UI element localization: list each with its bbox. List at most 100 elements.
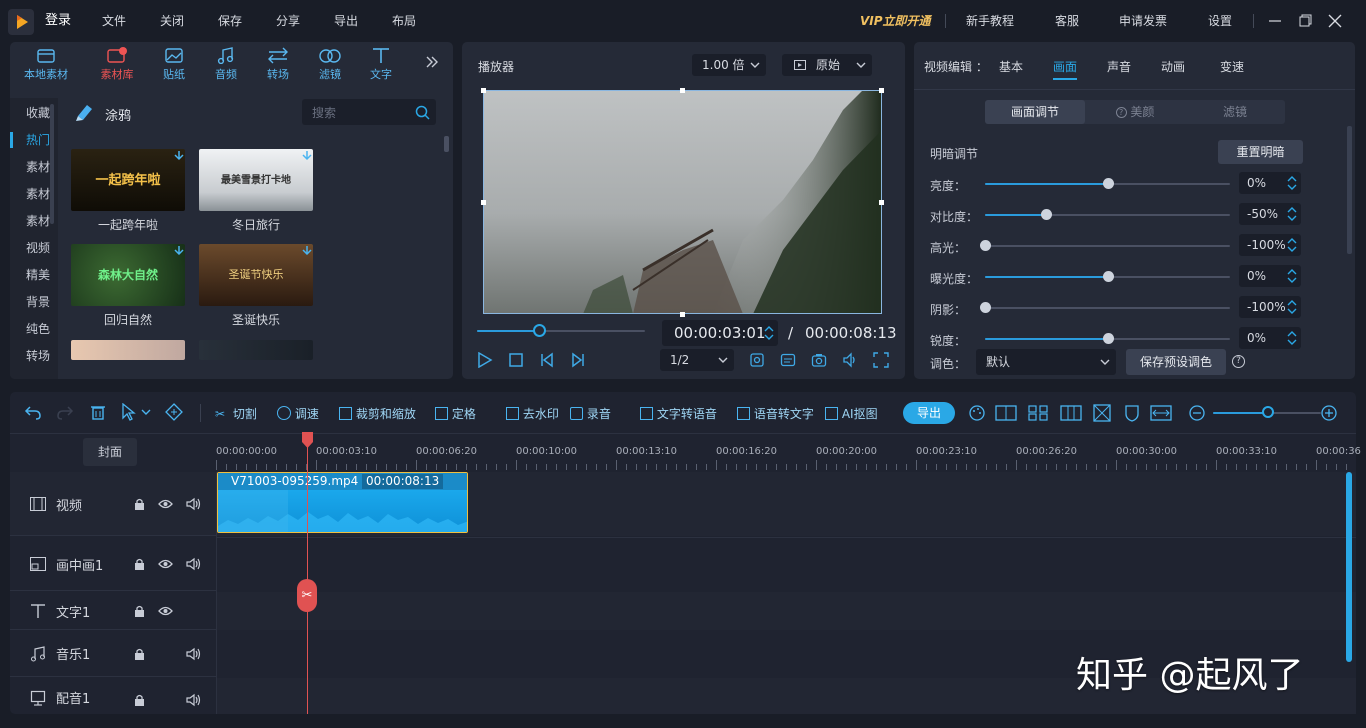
preview-selection-border[interactable] bbox=[483, 90, 882, 314]
speaker-icon[interactable] bbox=[186, 647, 202, 661]
mosaic-icon[interactable] bbox=[1093, 404, 1113, 422]
menu-file[interactable]: 文件 bbox=[102, 0, 126, 42]
freeze-frame-button[interactable]: 定格 bbox=[435, 404, 476, 424]
sidebar-item-solid[interactable]: 纯色 bbox=[10, 316, 58, 342]
sidebar-item-transition[interactable]: 转场 bbox=[10, 343, 58, 369]
search-icon[interactable] bbox=[415, 105, 430, 120]
slider-knob[interactable] bbox=[1102, 178, 1114, 189]
lock-icon[interactable] bbox=[133, 647, 149, 661]
adjust-slider[interactable] bbox=[985, 214, 1230, 216]
asset-item[interactable]: 圣诞节快乐 圣诞快乐 bbox=[199, 244, 313, 328]
speaker-icon[interactable] bbox=[186, 557, 202, 571]
mask-icon[interactable] bbox=[1123, 404, 1141, 422]
help-icon[interactable]: ? bbox=[1232, 355, 1245, 368]
slider-value-field[interactable]: 0% bbox=[1239, 327, 1301, 349]
lock-icon[interactable] bbox=[133, 604, 149, 618]
tab-stickers[interactable]: 贴纸 bbox=[147, 46, 201, 82]
login-button[interactable]: 登录 bbox=[45, 0, 71, 42]
props-scrollbar[interactable] bbox=[1347, 126, 1352, 254]
asset-item-partial[interactable] bbox=[71, 340, 185, 360]
zoom-in-icon[interactable] bbox=[1320, 404, 1338, 422]
menu-share[interactable]: 分享 bbox=[276, 0, 300, 42]
search-input[interactable]: 搜索 bbox=[302, 99, 436, 125]
slider-knob[interactable] bbox=[980, 240, 991, 251]
resize-handle[interactable] bbox=[680, 88, 685, 93]
delete-icon[interactable] bbox=[89, 403, 107, 421]
track-lane-pip[interactable] bbox=[217, 537, 1356, 591]
tab-media-library[interactable]: 素材库 bbox=[90, 46, 144, 82]
split-scissors-handle[interactable]: ✂ bbox=[297, 579, 317, 612]
asset-item[interactable]: 森林大自然 回归自然 bbox=[71, 244, 185, 328]
time-stepper-icon[interactable] bbox=[764, 325, 774, 341]
speech-to-text-button[interactable]: 语音转文字 bbox=[737, 404, 814, 424]
tone-select[interactable]: 默认 bbox=[976, 349, 1116, 375]
asset-scrollbar[interactable] bbox=[444, 136, 449, 152]
crop-zoom-button[interactable]: 裁剪和缩放 bbox=[339, 404, 416, 424]
asset-item[interactable]: 最美雪景打卡地 冬日旅行 bbox=[199, 149, 313, 233]
subtab-filter[interactable]: 滤镜 bbox=[1185, 100, 1285, 124]
subtitle-icon[interactable] bbox=[780, 352, 796, 368]
slider-knob[interactable] bbox=[1102, 333, 1114, 344]
subtab-adjust[interactable]: 画面调节 bbox=[985, 100, 1085, 124]
play-icon[interactable] bbox=[477, 352, 493, 368]
stepper-icon[interactable] bbox=[1287, 299, 1297, 315]
tab-basic[interactable]: 基本 bbox=[999, 58, 1023, 75]
tab-local-assets[interactable]: 本地素材 bbox=[19, 46, 73, 82]
split-view-icon[interactable] bbox=[1060, 404, 1082, 422]
resize-handle[interactable] bbox=[879, 88, 884, 93]
menu-settings[interactable]: 设置 bbox=[1208, 0, 1232, 42]
tab-animation[interactable]: 动画 bbox=[1161, 58, 1185, 75]
download-icon[interactable] bbox=[174, 246, 184, 256]
adjust-slider[interactable] bbox=[985, 245, 1230, 247]
download-icon[interactable] bbox=[302, 151, 312, 161]
menu-invoice[interactable]: 申请发票 bbox=[1119, 0, 1167, 42]
quality-select[interactable]: 1/2 bbox=[660, 349, 734, 371]
reset-brightness-button[interactable]: 重置明暗 bbox=[1218, 140, 1303, 164]
screenshot-icon[interactable] bbox=[811, 352, 827, 368]
stepper-icon[interactable] bbox=[1287, 268, 1297, 284]
crop-icon[interactable] bbox=[749, 352, 765, 368]
lock-icon[interactable] bbox=[133, 557, 149, 571]
stepper-icon[interactable] bbox=[1287, 175, 1297, 191]
sidebar-scrollbar[interactable] bbox=[50, 104, 54, 224]
fit-icon[interactable] bbox=[995, 404, 1017, 422]
menu-export[interactable]: 导出 bbox=[334, 0, 358, 42]
eye-icon[interactable] bbox=[158, 557, 174, 571]
playhead-handle[interactable] bbox=[302, 432, 313, 448]
sidebar-item-fine[interactable]: 精美 bbox=[10, 262, 58, 288]
slider-value-field[interactable]: -100% bbox=[1239, 296, 1301, 318]
speed-button[interactable]: 调速 bbox=[277, 404, 319, 424]
previous-frame-icon[interactable] bbox=[539, 352, 555, 368]
tab-speed[interactable]: 变速 bbox=[1220, 58, 1244, 75]
track-lane-text[interactable] bbox=[217, 592, 1356, 630]
export-button[interactable]: 导出 bbox=[903, 402, 955, 424]
time-ruler[interactable]: 00:00:00:00 00:00:03:10 00:00:06:20 00:00:1… bbox=[216, 434, 1361, 472]
ai-cutout-button[interactable]: AI抠图 bbox=[825, 404, 878, 424]
resize-handle[interactable] bbox=[879, 200, 884, 205]
zoom-out-icon[interactable] bbox=[1188, 404, 1206, 422]
resize-handle[interactable] bbox=[481, 88, 486, 93]
download-icon[interactable] bbox=[302, 246, 312, 256]
slider-value-field[interactable]: 0% bbox=[1239, 172, 1301, 194]
slider-knob[interactable] bbox=[1102, 271, 1114, 282]
record-button[interactable]: 录音 bbox=[570, 404, 611, 424]
stepper-icon[interactable] bbox=[1287, 330, 1297, 346]
cover-button[interactable]: 封面 bbox=[83, 438, 137, 466]
tab-image[interactable]: 画面 bbox=[1053, 58, 1077, 75]
lock-icon[interactable] bbox=[133, 693, 149, 707]
fullscreen-icon[interactable] bbox=[873, 352, 889, 368]
playback-progress-bar[interactable] bbox=[477, 330, 645, 332]
stop-icon[interactable] bbox=[508, 352, 524, 368]
lock-icon[interactable] bbox=[133, 497, 149, 511]
maximize-icon[interactable] bbox=[1298, 14, 1312, 28]
eye-icon[interactable] bbox=[158, 604, 174, 618]
tab-transitions[interactable]: 转场 bbox=[251, 46, 305, 82]
eye-icon[interactable] bbox=[158, 497, 174, 511]
slider-knob[interactable] bbox=[1041, 209, 1053, 220]
layout-icon[interactable] bbox=[1028, 404, 1048, 422]
playhead-line[interactable] bbox=[307, 440, 308, 714]
more-tabs-icon[interactable] bbox=[424, 54, 440, 70]
timeline-scrollbar[interactable] bbox=[1346, 472, 1352, 662]
menu-save[interactable]: 保存 bbox=[218, 0, 242, 42]
download-icon[interactable] bbox=[174, 151, 184, 161]
